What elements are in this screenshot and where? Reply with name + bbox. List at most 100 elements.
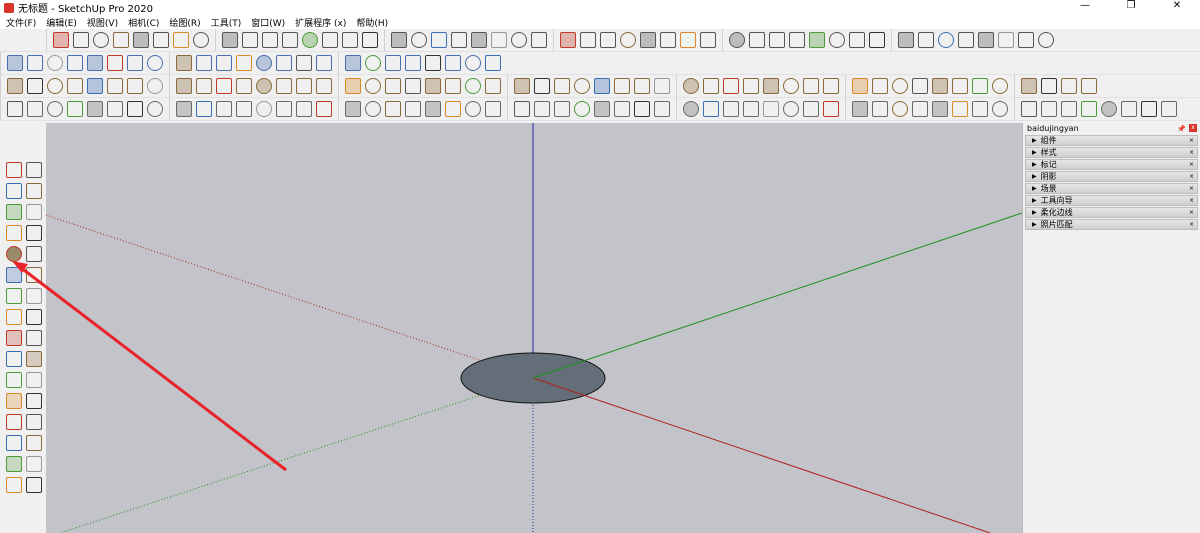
- toolbar-tool-icon[interactable]: [952, 101, 968, 117]
- toolbar-tool-icon[interactable]: [614, 101, 630, 117]
- section-close-icon[interactable]: ×: [1189, 197, 1194, 204]
- tray-section[interactable]: ▶ 工具向导 ×: [1025, 195, 1198, 206]
- toolbar-tool-icon[interactable]: [723, 101, 739, 117]
- section-close-icon[interactable]: ×: [1189, 149, 1194, 156]
- toolbar-tool-icon[interactable]: [932, 78, 948, 94]
- toolbar-tool-icon[interactable]: [852, 101, 868, 117]
- toolbar-tool-icon[interactable]: [216, 55, 232, 71]
- toolbar-tool-icon[interactable]: [133, 32, 149, 48]
- menu-item[interactable]: 帮助(H): [356, 16, 388, 29]
- toolbar-tool-icon[interactable]: [729, 32, 745, 48]
- toolbar-tool-icon[interactable]: [345, 78, 361, 94]
- toolbar-tool-icon[interactable]: [809, 32, 825, 48]
- toolbar-tool-icon[interactable]: [803, 101, 819, 117]
- arc-2point-icon[interactable]: [6, 288, 22, 304]
- toolbar-tool-icon[interactable]: [614, 78, 630, 94]
- toolbar-tool-icon[interactable]: [87, 78, 103, 94]
- toolbar-tool-icon[interactable]: [276, 55, 292, 71]
- rotate-icon[interactable]: [6, 330, 22, 346]
- menu-item[interactable]: 视图(V): [87, 16, 118, 29]
- toolbar-tool-icon[interactable]: [296, 78, 312, 94]
- toolbar-tool-icon[interactable]: [574, 78, 590, 94]
- toolbar-tool-icon[interactable]: [783, 101, 799, 117]
- toolbar-tool-icon[interactable]: [534, 101, 550, 117]
- toolbar-tool-icon[interactable]: [276, 101, 292, 117]
- toolbar-tool-icon[interactable]: [425, 78, 441, 94]
- toolbar-tool-icon[interactable]: [471, 32, 487, 48]
- toolbar-tool-icon[interactable]: [365, 55, 381, 71]
- toolbar-tool-icon[interactable]: [236, 78, 252, 94]
- toolbar-tool-icon[interactable]: [491, 32, 507, 48]
- toolbar-tool-icon[interactable]: [365, 101, 381, 117]
- toolbar-tool-icon[interactable]: [620, 32, 636, 48]
- toolbar-tool-icon[interactable]: [445, 101, 461, 117]
- toolbar-tool-icon[interactable]: [73, 32, 89, 48]
- toolbar-tool-icon[interactable]: [1021, 78, 1037, 94]
- toolbar-tool-icon[interactable]: [485, 101, 501, 117]
- toolbar-tool-icon[interactable]: [282, 32, 298, 48]
- tray-section[interactable]: ▶ 照片匹配 ×: [1025, 219, 1198, 230]
- toolbar-tool-icon[interactable]: [952, 78, 968, 94]
- toolbar-tool-icon[interactable]: [1041, 101, 1057, 117]
- toolbar-tool-icon[interactable]: [1018, 32, 1034, 48]
- protractor-icon[interactable]: [6, 393, 22, 409]
- toolbar-tool-icon[interactable]: [703, 101, 719, 117]
- axes-icon[interactable]: [26, 393, 42, 409]
- close-button[interactable]: ✕: [1154, 0, 1200, 11]
- toolbar-tool-icon[interactable]: [998, 32, 1014, 48]
- toolbar-tool-icon[interactable]: [87, 55, 103, 71]
- zoom-icon[interactable]: [6, 456, 22, 472]
- toolbar-tool-icon[interactable]: [316, 78, 332, 94]
- offset-icon[interactable]: [26, 351, 42, 367]
- toolbar-tool-icon[interactable]: [113, 32, 129, 48]
- toolbar-tool-icon[interactable]: [640, 32, 656, 48]
- menu-item[interactable]: 绘图(R): [169, 16, 200, 29]
- select-icon[interactable]: [6, 162, 22, 178]
- toolbar-tool-icon[interactable]: [193, 32, 209, 48]
- toolbar-tool-icon[interactable]: [485, 78, 501, 94]
- rotated-rectangle-icon[interactable]: [26, 225, 42, 241]
- orbit-icon[interactable]: [6, 435, 22, 451]
- toolbar-tool-icon[interactable]: [385, 101, 401, 117]
- toolbar-tool-icon[interactable]: [634, 78, 650, 94]
- toolbar-tool-icon[interactable]: [1021, 101, 1037, 117]
- toolbar-tool-icon[interactable]: [256, 101, 272, 117]
- text-icon[interactable]: [26, 372, 42, 388]
- toolbar-tool-icon[interactable]: [634, 101, 650, 117]
- eraser-icon[interactable]: [26, 183, 42, 199]
- toolbar-tool-icon[interactable]: [763, 78, 779, 94]
- previous-icon[interactable]: [26, 477, 42, 493]
- toolbar-tool-icon[interactable]: [703, 78, 719, 94]
- toolbar-tool-icon[interactable]: [236, 101, 252, 117]
- toolbar-tool-icon[interactable]: [1081, 101, 1097, 117]
- toolbar-tool-icon[interactable]: [425, 101, 441, 117]
- toolbar-tool-icon[interactable]: [680, 32, 696, 48]
- toolbar-tool-icon[interactable]: [1141, 101, 1157, 117]
- toolbar-tool-icon[interactable]: [992, 78, 1008, 94]
- toolbar-tool-icon[interactable]: [829, 32, 845, 48]
- toolbar-tool-icon[interactable]: [978, 32, 994, 48]
- menu-item[interactable]: 相机(C): [128, 16, 159, 29]
- toolbar-tool-icon[interactable]: [465, 78, 481, 94]
- follow-me-icon[interactable]: [26, 330, 42, 346]
- toolbar-tool-icon[interactable]: [127, 55, 143, 71]
- toolbar-tool-icon[interactable]: [365, 78, 381, 94]
- toolbar-tool-icon[interactable]: [7, 55, 23, 71]
- toolbar-tool-icon[interactable]: [723, 78, 739, 94]
- tray-section[interactable]: ▶ 组件 ×: [1025, 135, 1198, 146]
- toolbar-tool-icon[interactable]: [972, 78, 988, 94]
- toolbar-tool-icon[interactable]: [153, 32, 169, 48]
- toolbar-tool-icon[interactable]: [574, 101, 590, 117]
- toolbar-tool-icon[interactable]: [405, 78, 421, 94]
- toolbar-tool-icon[interactable]: [107, 101, 123, 117]
- toolbar-tool-icon[interactable]: [511, 32, 527, 48]
- toolbar-tool-icon[interactable]: [385, 78, 401, 94]
- toolbar-tool-icon[interactable]: [872, 78, 888, 94]
- toolbar-tool-icon[interactable]: [898, 32, 914, 48]
- toolbar-tool-icon[interactable]: [176, 101, 192, 117]
- drawing-viewport[interactable]: [46, 123, 1022, 533]
- toolbar-tool-icon[interactable]: [743, 101, 759, 117]
- toolbar-tool-icon[interactable]: [580, 32, 596, 48]
- toolbar-tool-icon[interactable]: [485, 55, 501, 71]
- toolbar-tool-icon[interactable]: [972, 101, 988, 117]
